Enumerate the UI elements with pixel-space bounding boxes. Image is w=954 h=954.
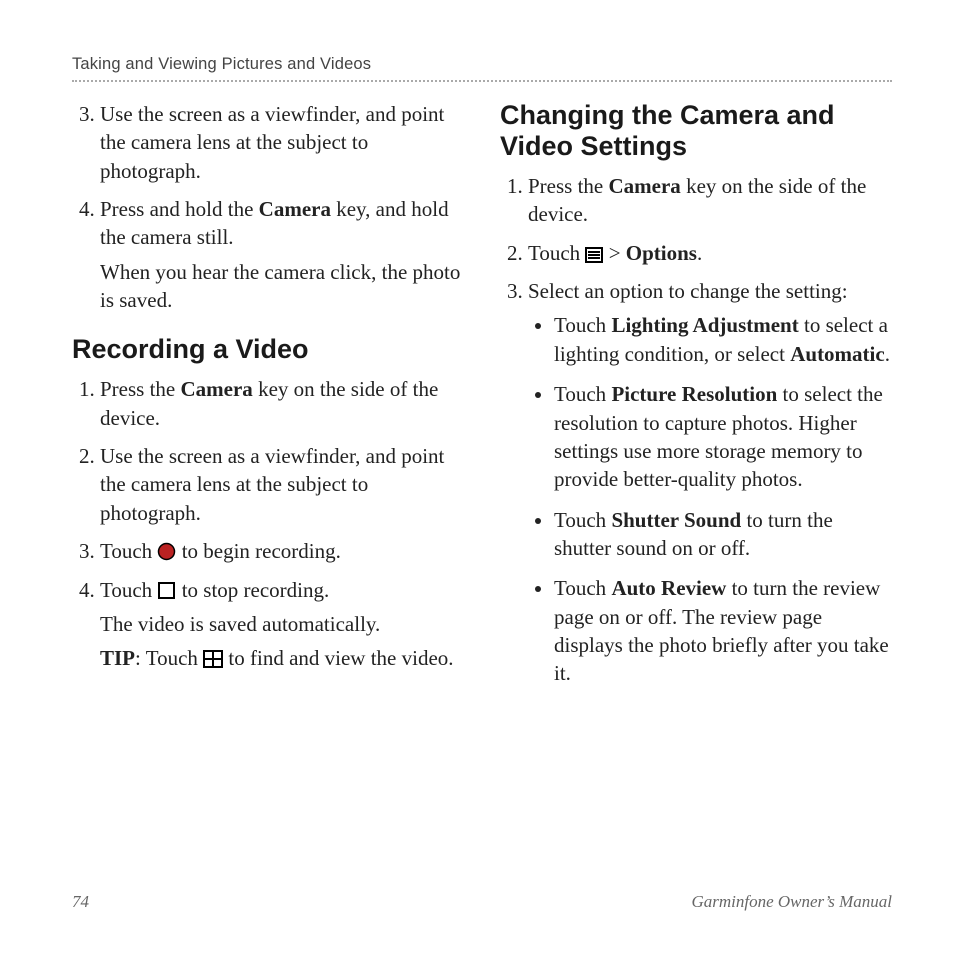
- text: Select an option to change the setting:: [528, 279, 848, 303]
- text: Touch: [554, 382, 611, 406]
- text: .: [885, 342, 890, 366]
- text: Touch: [100, 539, 157, 563]
- bold: Automatic: [790, 342, 884, 366]
- list-item: Press the Camera key on the side of the …: [528, 172, 892, 229]
- ordered-list: Use the screen as a viewfinder, and poin…: [72, 100, 464, 314]
- manual-title: Garminfone Owner’s Manual: [691, 892, 892, 912]
- text: : Touch: [135, 646, 203, 670]
- bold: Camera: [609, 174, 681, 198]
- text: Use the screen as a viewfinder, and poin…: [100, 102, 444, 183]
- section-recording: Recording a Video Press the Camera key o…: [72, 334, 464, 672]
- tip-line: TIP: Touch to find and view the video.: [100, 644, 464, 672]
- text: to stop recording.: [176, 578, 329, 602]
- text: Press the: [100, 377, 181, 401]
- text: Press and hold the: [100, 197, 259, 221]
- heading-settings: Changing the Camera and Video Settings: [500, 100, 892, 162]
- text: Press the: [528, 174, 609, 198]
- bullet-item: Touch Shutter Sound to turn the shutter …: [554, 506, 892, 563]
- list-item: Select an option to change the setting: …: [528, 277, 892, 687]
- stop-icon: [157, 581, 176, 600]
- list-item: Touch to stop recording. The video is sa…: [100, 576, 464, 673]
- bold: Options: [626, 241, 697, 265]
- bold: Auto Review: [611, 576, 726, 600]
- list-item: Press the Camera key on the side of the …: [100, 375, 464, 432]
- list-item: Press and hold the Camera key, and hold …: [100, 195, 464, 314]
- page: Taking and Viewing Pictures and Videos U…: [0, 0, 954, 696]
- menu-icon: [585, 247, 603, 263]
- continued-steps: Use the screen as a viewfinder, and poin…: [72, 100, 464, 314]
- text: to begin recording.: [176, 539, 340, 563]
- heading-recording: Recording a Video: [72, 334, 464, 365]
- section-settings: Changing the Camera and Video Settings P…: [500, 100, 892, 688]
- two-columns: Use the screen as a viewfinder, and poin…: [72, 100, 892, 696]
- bold: Picture Resolution: [611, 382, 777, 406]
- bullet-item: Touch Auto Review to turn the review pag…: [554, 574, 892, 687]
- text: .: [697, 241, 702, 265]
- record-icon: [157, 542, 176, 561]
- bold: Camera: [259, 197, 331, 221]
- bold: Shutter Sound: [611, 508, 741, 532]
- text: Use the screen as a viewfinder, and poin…: [100, 444, 444, 525]
- list-item: Use the screen as a viewfinder, and poin…: [100, 442, 464, 527]
- text: Touch: [528, 241, 585, 265]
- bullet-list: Touch Lighting Adjustment to select a li…: [528, 311, 892, 687]
- text: to find and view the video.: [223, 646, 453, 670]
- bullet-item: Touch Picture Resolution to select the r…: [554, 380, 892, 493]
- list-item: Touch to begin recording.: [100, 537, 464, 565]
- list-item: Touch > Options.: [528, 239, 892, 267]
- bold: Camera: [181, 377, 253, 401]
- text: Touch: [554, 508, 611, 532]
- text: Touch: [554, 576, 611, 600]
- grid-icon: [203, 650, 223, 668]
- running-head: Taking and Viewing Pictures and Videos: [72, 55, 892, 82]
- follow-text: When you hear the camera click, the phot…: [100, 258, 464, 315]
- tip-label: TIP: [100, 646, 135, 670]
- list-item: Use the screen as a viewfinder, and poin…: [100, 100, 464, 185]
- text: Touch: [554, 313, 611, 337]
- bold: Lighting Adjustment: [611, 313, 798, 337]
- ordered-list: Press the Camera key on the side of the …: [72, 375, 464, 672]
- page-number: 74: [72, 892, 89, 912]
- text: Touch: [100, 578, 157, 602]
- footer: 74 Garminfone Owner’s Manual: [72, 892, 892, 912]
- follow-text: The video is saved automatically.: [100, 610, 464, 638]
- bullet-item: Touch Lighting Adjustment to select a li…: [554, 311, 892, 368]
- ordered-list: Press the Camera key on the side of the …: [500, 172, 892, 688]
- text: >: [603, 241, 625, 265]
